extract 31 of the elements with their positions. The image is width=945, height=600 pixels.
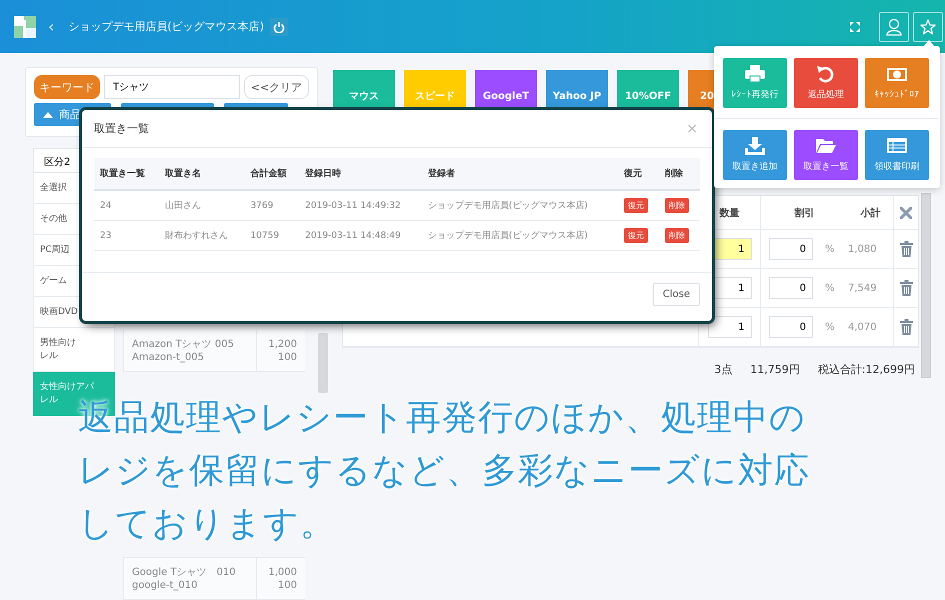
table-cell: ショップデモ用店員(ビッグマウス本店): [422, 190, 618, 220]
subtotal-text: 1,080: [848, 244, 877, 254]
column-header: 合計金額: [244, 158, 300, 190]
column-header: 割引: [760, 196, 848, 229]
subtotal-amount: 11,759円: [750, 362, 800, 377]
user-title: ショップデモ用店員(ビッグマウス本店): [68, 19, 264, 34]
table-cell: 2019-03-11 14:49:32: [299, 190, 422, 220]
column-header: 削除: [658, 158, 700, 190]
price-cell-text: 1,000 100: [267, 566, 298, 593]
table-cell: 財布わすれさん: [158, 220, 244, 250]
subtotal-text: 4,070: [848, 322, 877, 332]
column-header: 取置き一覧: [94, 158, 159, 190]
item-count: 3点: [714, 362, 732, 377]
table-cell: 24: [94, 190, 159, 220]
table-cell: ショップデモ用店員(ビッグマウス本店): [422, 220, 618, 250]
column-header: 復元: [618, 158, 659, 190]
price-cell-text: 1,200 100: [267, 338, 298, 365]
subtotal-text: 7,549: [848, 282, 877, 294]
column-header: 取置き名: [158, 158, 244, 190]
column-header: 登録者: [422, 158, 618, 190]
column-header: 小計: [859, 206, 882, 220]
column-header: 登録日時: [299, 158, 422, 190]
table-cell: 山田さん: [158, 190, 244, 220]
table-cell: 2019-03-11 14:48:49: [299, 220, 422, 250]
table-cell: 23: [94, 220, 159, 250]
table-cell: 10759: [244, 220, 300, 250]
percent-label: %: [825, 322, 835, 332]
total-amount: 税込合計:12,699円: [818, 362, 915, 377]
percent-label: %: [825, 244, 835, 254]
percent-label: %: [825, 282, 835, 294]
table-cell: 3769: [244, 190, 300, 220]
